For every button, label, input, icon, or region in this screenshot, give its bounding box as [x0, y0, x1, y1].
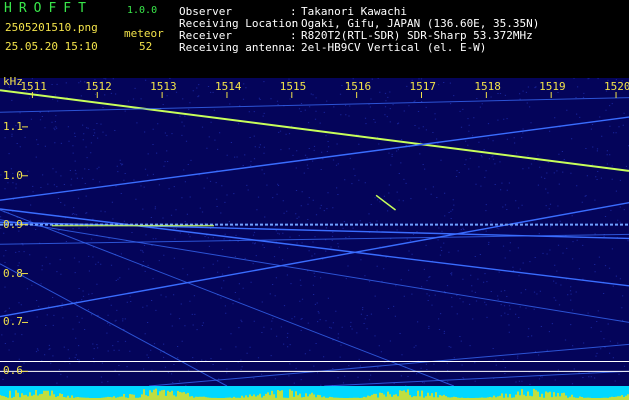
datetime: 25.05.20 15:10 [5, 40, 98, 53]
app-title: HROFFT [4, 1, 93, 16]
info-value: 2el-HB9CV Vertical (el. E-W) [301, 41, 487, 54]
spectrogram [0, 78, 629, 400]
filename: 2505201510.png [5, 21, 98, 34]
info-label: Receiving antenna [179, 41, 292, 54]
header-panel: HROFFT 1.0.0 2505201510.png meteor 25.05… [0, 0, 629, 78]
meteor-count: 52 [139, 40, 153, 53]
meteor-label: meteor [124, 27, 164, 40]
app-version: 1.0.0 [127, 5, 158, 16]
